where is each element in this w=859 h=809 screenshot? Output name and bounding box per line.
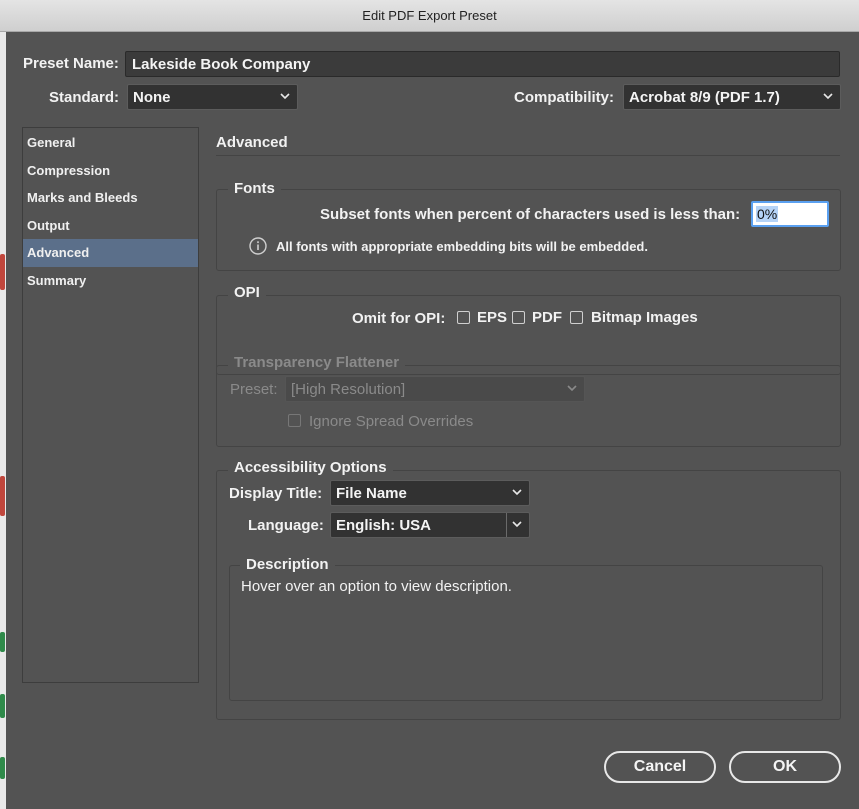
fonts-group-title: Fonts xyxy=(228,180,281,197)
section-title: Advanced xyxy=(216,134,288,151)
bitmap-images-checkbox-label: Bitmap Images xyxy=(591,309,698,326)
fonts-info-text: All fonts with appropriate embedding bit… xyxy=(276,239,648,254)
preset-name-label: Preset Name: xyxy=(23,55,119,72)
cancel-button[interactable]: Cancel xyxy=(604,751,716,783)
ignore-spread-overrides-label: Ignore Spread Overrides xyxy=(309,413,474,430)
info-icon xyxy=(249,237,267,255)
sidebar-item-compression[interactable]: Compression xyxy=(23,157,198,185)
pdf-checkbox-label: PDF xyxy=(532,309,562,326)
eps-checkbox-label: EPS xyxy=(477,309,508,326)
chevron-down-icon xyxy=(567,385,577,392)
fonts-group xyxy=(216,189,841,271)
description-title: Description xyxy=(240,556,335,573)
language-label: Language: xyxy=(248,517,324,534)
compatibility-select[interactable]: Acrobat 8/9 (PDF 1.7) xyxy=(623,84,841,110)
pdf-checkbox[interactable] xyxy=(512,311,525,324)
standard-label: Standard: xyxy=(49,89,120,106)
display-title-select[interactable]: File Name xyxy=(330,480,530,506)
standard-select-value: None xyxy=(133,88,171,106)
background-mark xyxy=(0,757,5,779)
flattener-preset-label: Preset: xyxy=(230,381,278,398)
flattener-preset-value: [High Resolution] xyxy=(291,380,406,398)
sidebar-item-output[interactable]: Output xyxy=(23,212,198,240)
preset-name-input[interactable]: Lakeside Book Company xyxy=(125,51,840,77)
sidebar-item-advanced[interactable]: Advanced xyxy=(23,239,198,267)
compatibility-select-value: Acrobat 8/9 (PDF 1.7) xyxy=(629,88,780,106)
window-titlebar[interactable]: Edit PDF Export Preset xyxy=(0,0,859,32)
background-mark xyxy=(0,694,5,718)
display-title-label: Display Title: xyxy=(229,485,323,502)
ok-button[interactable]: OK xyxy=(729,751,841,783)
edit-pdf-export-preset-dialog: Edit PDF Export Preset Preset Name: Lake… xyxy=(0,0,859,809)
sidebar-item-general[interactable]: General xyxy=(23,129,198,157)
chevron-down-icon xyxy=(512,521,522,528)
accessibility-options-title: Accessibility Options xyxy=(228,459,393,476)
eps-checkbox[interactable] xyxy=(457,311,470,324)
subset-fonts-percent-input[interactable]: 0% xyxy=(751,201,829,227)
flattener-preset-select[interactable]: [High Resolution] xyxy=(285,376,585,402)
chevron-down-icon xyxy=(280,93,290,100)
combobox-divider xyxy=(506,513,507,537)
background-mark xyxy=(0,632,5,652)
bitmap-images-checkbox[interactable] xyxy=(570,311,583,324)
sidebar-item-marks-and-bleeds[interactable]: Marks and Bleeds xyxy=(23,184,198,212)
omit-for-opi-label: Omit for OPI: xyxy=(352,310,446,327)
ignore-spread-overrides-checkbox[interactable] xyxy=(288,414,301,427)
window-title: Edit PDF Export Preset xyxy=(362,8,497,23)
description-text: Hover over an option to view description… xyxy=(241,578,512,595)
standard-select[interactable]: None xyxy=(127,84,298,110)
language-value: English: USA xyxy=(336,516,432,534)
category-sidebar: General Compression Marks and Bleeds Out… xyxy=(22,127,199,683)
subset-fonts-label: Subset fonts when percent of characters … xyxy=(320,206,741,223)
subset-fonts-percent-value: 0% xyxy=(756,206,779,222)
section-divider xyxy=(216,155,840,156)
chevron-down-icon xyxy=(512,489,522,496)
background-mark xyxy=(0,254,5,290)
sidebar-item-summary[interactable]: Summary xyxy=(23,267,198,295)
compatibility-label: Compatibility: xyxy=(514,89,614,106)
opi-group-title: OPI xyxy=(228,284,266,301)
chevron-down-icon xyxy=(823,93,833,100)
dialog-body: Preset Name: Lakeside Book Company Stand… xyxy=(6,32,859,809)
background-mark xyxy=(0,476,5,516)
language-combobox[interactable]: English: USA xyxy=(330,512,530,538)
display-title-value: File Name xyxy=(336,484,407,502)
transparency-flattener-title: Transparency Flattener xyxy=(228,354,406,371)
